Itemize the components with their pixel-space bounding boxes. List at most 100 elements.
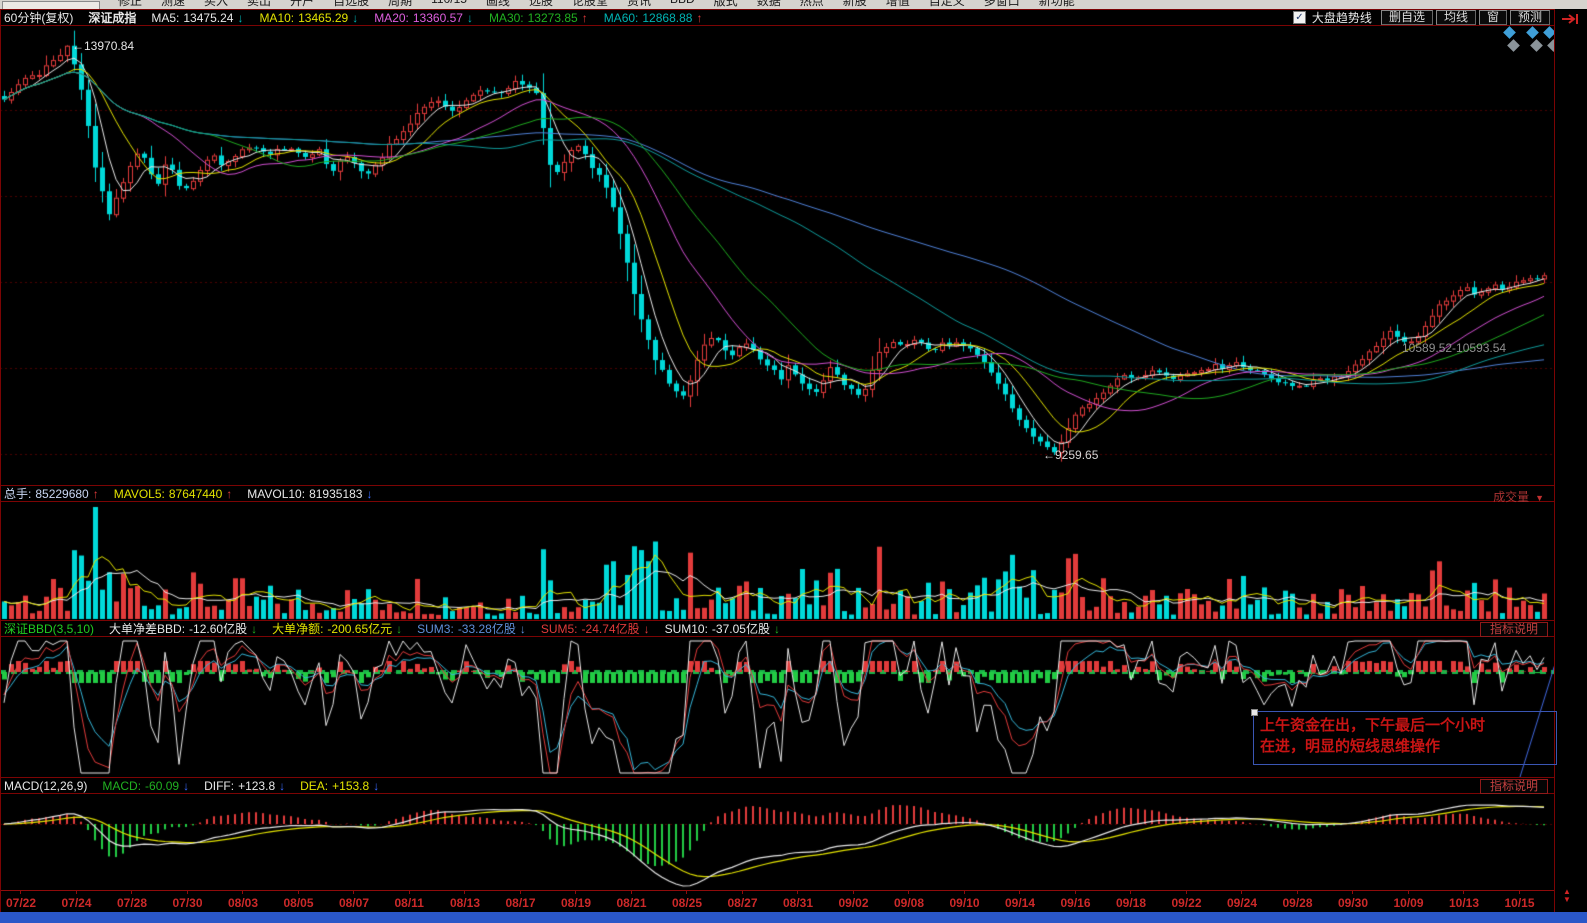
menu-item[interactable]: BBD [670, 0, 695, 9]
menu-item[interactable]: 修正 [118, 0, 142, 9]
down-arrow-icon: ↓ [352, 11, 358, 25]
axis-date-label: 09/24 [1227, 896, 1257, 910]
menu-item[interactable]: 自选股 [333, 0, 369, 9]
axis-date-label: 08/13 [450, 896, 480, 910]
menu-item[interactable]: 多窗口 [984, 0, 1020, 9]
bbd-value: -37.05亿股 [712, 620, 770, 637]
volume-chart[interactable] [0, 502, 1554, 620]
ma-item: MA20:13360.57↓ [374, 11, 473, 25]
down-arrow-icon: ↓ [644, 622, 650, 636]
menu-item[interactable]: 版式 [714, 0, 738, 9]
left-border [0, 9, 1, 912]
menu-item[interactable]: 数据 [757, 0, 781, 9]
bbd-label: SUM3: [417, 622, 454, 636]
axis-date-label: 08/21 [617, 896, 647, 910]
bbd-value: -33.28亿股 [458, 620, 516, 637]
bbd-value: -200.65亿元 [327, 620, 392, 637]
menu-item[interactable]: 画线 [486, 0, 510, 9]
volume-item: MAVOL5:87647440↑ [114, 485, 233, 502]
axis-date-label: 09/22 [1172, 896, 1202, 910]
annotation-drag-handle[interactable] [1251, 709, 1258, 716]
ma-item: MA10:13465.29↓ [259, 11, 358, 25]
bbd-readouts: 大单净差BBD:-12.60亿股↓大单净额:-200.65亿元↓SUM3:-33… [109, 620, 780, 637]
axis-date-label: 09/28 [1283, 896, 1313, 910]
menu-item[interactable]: 新功能 [1039, 0, 1075, 9]
header-button[interactable]: 删自选 [1381, 10, 1433, 25]
menu-item[interactable]: 测速 [161, 0, 185, 9]
menu-item[interactable]: 增值 [886, 0, 910, 9]
quote-header-bar: 60分钟(复权) 深证成指 MA5:13475.24↓MA10:13465.29… [0, 9, 1554, 26]
menu-item[interactable]: 选股 [529, 0, 553, 9]
menu-item[interactable]: 开户 [290, 0, 314, 9]
axis-date-label: 08/11 [395, 896, 424, 910]
bbd-label: 大单净差BBD: [109, 620, 185, 637]
axis-date-label: 07/22 [6, 896, 36, 910]
axis-date-label: 07/24 [62, 896, 92, 910]
period-label[interactable]: 60分钟(复权) [4, 9, 73, 26]
menu-item[interactable]: 热点 [800, 0, 824, 9]
date-axis: 07/2207/2407/2807/3008/0308/0508/0708/11… [0, 890, 1554, 913]
macd-item: MACD:-60.09↓ [102, 779, 189, 793]
bbd-label: SUM5: [541, 622, 578, 636]
down-arrow-icon: ↓ [396, 622, 402, 636]
annotation-line2: 在进，明显的短线思维操作 [1260, 736, 1550, 757]
top-menubar: 修正 测速 买入 卖出 开户 自选股 周期 110/15 画线 选股 论股堂 资讯 BBD 版式 数据 热点 新… [0, 0, 1587, 9]
macd-help-button[interactable]: 指标说明 [1480, 779, 1548, 794]
header-button[interactable]: 窗 [1479, 10, 1507, 25]
trendline-label: 大盘趋势线 [1312, 9, 1372, 26]
bbd-value: -12.60亿股 [189, 620, 247, 637]
menu-items: 修正 测速 买入 卖出 开户 自选股 周期 110/15 画线 选股 论股堂 资讯 BBD 版式 数据 热点 新… [118, 0, 1075, 9]
menu-item[interactable]: 自定义 [929, 0, 965, 9]
header-button[interactable]: 均线 [1436, 10, 1476, 25]
indicator-selector[interactable]: 成交量▼ [1493, 488, 1544, 505]
bbd-item: 大单净差BBD:-12.60亿股↓ [109, 620, 257, 637]
axis-date-label: 09/08 [894, 896, 924, 910]
bbd-item: SUM5: -24.74亿股 ↓ [541, 620, 650, 637]
scroll-pager-icon[interactable]: ▲▼ [1563, 888, 1571, 904]
axis-date-label: 08/05 [284, 896, 314, 910]
macd-item: DIFF:+123.8↓ [204, 779, 285, 793]
volume-label: MAVOL5: [114, 487, 165, 501]
up-arrow-icon: ↑ [93, 487, 99, 501]
menu-item[interactable]: 买入 [204, 0, 228, 9]
volume-label: 总手: [4, 485, 31, 502]
axis-date-label: 09/18 [1116, 896, 1146, 910]
down-arrow-icon: ↓ [237, 11, 243, 25]
ma-value: 13475.24 [183, 11, 233, 25]
bbd-item: SUM3:-33.28亿股↓ [417, 620, 526, 637]
peak-price-label: ←13970.84 [72, 39, 134, 53]
pushpin-arrow-icon[interactable] [1560, 12, 1584, 26]
ma-value: 13360.57 [413, 11, 463, 25]
quote-header-controls: ✓ 大盘趋势线 删自选均线窗预测 [1293, 9, 1550, 26]
menubar-field[interactable] [2, 1, 100, 9]
menu-item[interactable]: 论股堂 [572, 0, 608, 9]
macd-readouts: MACD:-60.09↓DIFF:+123.8↓DEA:+153.8↓ [102, 779, 379, 793]
volume-item: MAVOL10:81935183↓ [247, 485, 372, 502]
menu-item[interactable]: 周期 [388, 0, 412, 9]
macd-value: +153.8 [332, 779, 369, 793]
symbol-label[interactable]: 深证成指 [88, 9, 136, 26]
bbd-value: -24.74亿股 [582, 620, 640, 637]
menu-item[interactable]: 卖出 [247, 0, 271, 9]
trendline-checkbox[interactable]: ✓ [1293, 11, 1306, 24]
ma-value: 13465.29 [298, 11, 348, 25]
menu-item[interactable]: 110/15 [431, 0, 467, 9]
menu-item[interactable]: 新股 [843, 0, 867, 9]
ma-label: MA20: [374, 11, 409, 25]
main-price-chart[interactable] [0, 26, 1554, 485]
bbd-help-button[interactable]: 指标说明 [1480, 622, 1548, 637]
down-arrow-icon: ↓ [373, 779, 379, 793]
menu-item[interactable]: 资讯 [627, 0, 651, 9]
macd-chart[interactable] [0, 794, 1554, 890]
bbd-header-bar: 深证BBD(3,5,10) 大单净差BBD:-12.60亿股↓大单净额:-200… [0, 620, 1554, 637]
up-arrow-icon: ↑ [582, 11, 588, 25]
low-price-label: ←9259.65 [1043, 448, 1098, 462]
axis-date-label: 08/07 [339, 896, 369, 910]
down-arrow-icon: ↓ [183, 779, 189, 793]
header-button[interactable]: 预测 [1510, 10, 1550, 25]
user-annotation-box[interactable]: 上午资金在出，下午最后一个小时 在进，明显的短线思维操作 [1253, 711, 1557, 765]
macd-label: DIFF: [204, 779, 234, 793]
right-margin: ▲▼ [1554, 9, 1587, 912]
ma-label: MA30: [489, 11, 524, 25]
ma-readouts: MA5:13475.24↓MA10:13465.29↓MA20:13360.57… [151, 11, 702, 25]
